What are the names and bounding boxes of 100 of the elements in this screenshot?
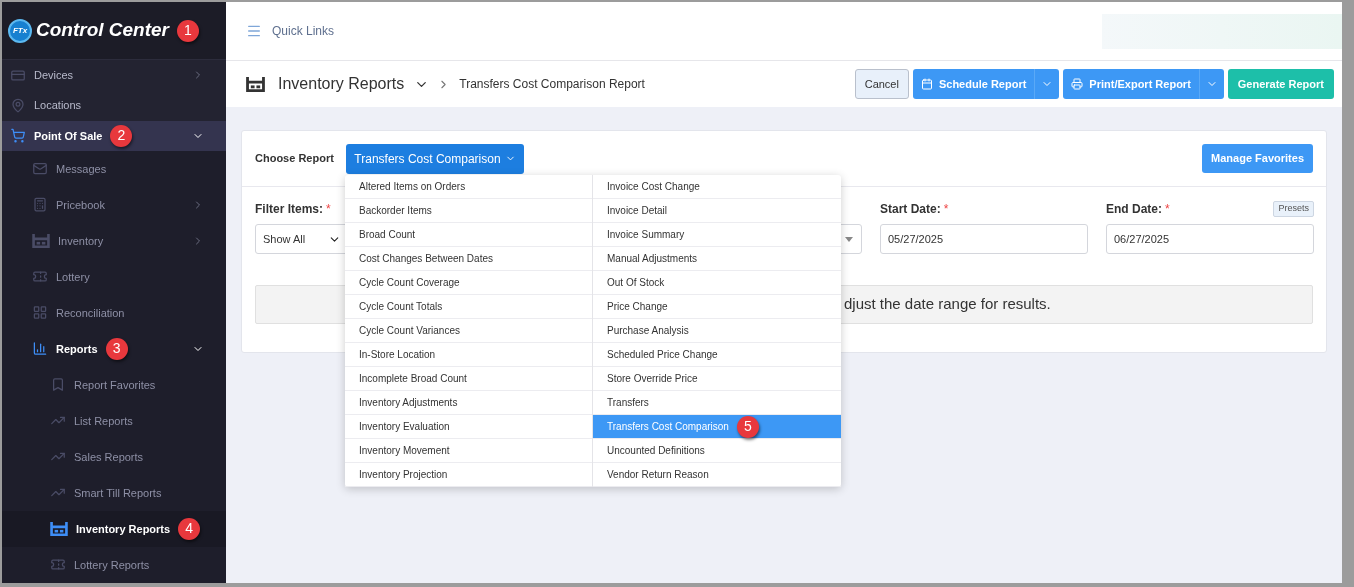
dropdown-toggle[interactable]	[1198, 69, 1224, 99]
report-menu-item[interactable]: Inventory Evaluation	[345, 415, 592, 439]
sidebar-item[interactable]: Devices	[2, 60, 226, 91]
menu-item-label: Inventory Adjustments	[359, 396, 458, 410]
required-mark: *	[1165, 201, 1170, 218]
warehouse-icon	[32, 234, 50, 248]
date-label: End Date:	[1106, 201, 1162, 218]
sidebar-item[interactable]: Reports 3	[2, 331, 226, 367]
choose-report-label: Choose Report	[255, 151, 335, 167]
menu-item-label: Inventory Evaluation	[359, 420, 450, 434]
logo-badge: FTx	[8, 18, 32, 43]
sidebar-label: Sales Reports	[74, 449, 144, 465]
dropdown-toggle[interactable]	[1034, 69, 1060, 99]
sidebar-label: Locations	[34, 98, 82, 114]
sidebar-item[interactable]: Reconciliation	[2, 295, 226, 331]
report-menu-item[interactable]: Broad Count	[345, 223, 592, 247]
report-menu-item[interactable]: Invoice Summary	[593, 223, 841, 247]
sidebar-item[interactable]: Smart Till Reports	[2, 475, 226, 511]
report-menu-item[interactable]: Cycle Count Coverage	[345, 271, 592, 295]
report-menu-item[interactable]: Inventory Movement	[345, 439, 592, 463]
grid-icon	[32, 305, 48, 321]
sidebar-label: Lottery	[56, 269, 90, 285]
sidebar-item[interactable]: Locations	[2, 90, 226, 121]
menu-item-label: Cost Changes Between Dates	[359, 252, 493, 266]
calculator-icon	[32, 197, 48, 213]
menu-icon[interactable]	[246, 23, 262, 39]
sidebar-item[interactable]: Sales Reports	[2, 439, 226, 475]
report-menu-item[interactable]: Scheduled Price Change	[593, 343, 841, 367]
report-menu-item[interactable]: Incomplete Broad Count	[345, 367, 592, 391]
report-menu-item[interactable]: Store Override Price	[593, 367, 841, 391]
logo-text: Control Center	[36, 18, 169, 43]
report-menu-item[interactable]: Cycle Count Variances	[345, 319, 592, 343]
sidebar-label: Report Favorites	[74, 377, 156, 393]
report-menu-item[interactable]: Transfers Cost Comparison 5	[593, 415, 841, 439]
date-input[interactable]: 05/27/2025	[880, 224, 1088, 254]
menu-item-label: Vendor Return Reason	[607, 468, 709, 482]
menu-item-label: Incomplete Broad Count	[359, 372, 467, 386]
sidebar-item[interactable]: Lottery Reports	[2, 547, 226, 583]
ticket-icon	[32, 269, 48, 285]
report-menu-item[interactable]: Invoice Cost Change	[593, 175, 841, 199]
report-menu-item[interactable]: Cost Changes Between Dates	[345, 247, 592, 271]
menu-item-label: Price Change	[607, 300, 668, 314]
page-title: Transfers Cost Comparison Report	[459, 76, 645, 93]
menu-item-label: In-Store Location	[359, 348, 436, 362]
menu-item-label: Broad Count	[359, 228, 416, 242]
sidebar-label: Inventory Reports	[76, 521, 171, 537]
sidebar-item[interactable]: Pricebook	[2, 187, 226, 223]
report-menu-item[interactable]: Invoice Detail	[593, 199, 841, 223]
report-menu-item[interactable]: Out Of Stock	[593, 271, 841, 295]
date-label: Start Date:	[880, 201, 941, 218]
menu-item-label: Scheduled Price Change	[607, 348, 718, 362]
sidebar-item[interactable]: Point Of Sale 2	[2, 120, 226, 151]
report-menu-item[interactable]: Backorder Items	[345, 199, 592, 223]
printer-icon	[1071, 78, 1084, 90]
sidebar-item[interactable]: List Reports	[2, 403, 226, 439]
report-select-button[interactable]: Transfers Cost Comparison	[346, 143, 524, 174]
menu-item-label: Invoice Cost Change	[607, 180, 700, 194]
menu-item-label: Purchase Analysis	[607, 324, 689, 338]
sidebar-item[interactable]: Lottery	[2, 259, 226, 295]
report-menu-item[interactable]: In-Store Location	[345, 343, 592, 367]
callout-number: 4	[178, 518, 201, 540]
filter-label: Filter Items:	[255, 201, 323, 218]
sidebar-item[interactable]: Report Favorites	[2, 367, 226, 403]
sidebar-item[interactable]: Inventory Reports 4	[2, 511, 226, 547]
quick-links-link[interactable]: Quick Links	[272, 22, 335, 40]
date-input[interactable]: 06/27/2025	[1106, 224, 1314, 254]
sidebar-item[interactable]: Messages	[2, 151, 226, 187]
report-menu-item[interactable]: Inventory Adjustments	[345, 391, 592, 415]
required-mark: *	[943, 201, 949, 218]
report-menu-item[interactable]: Price Change	[593, 295, 841, 319]
report-menu-item[interactable]: Purchase Analysis	[593, 319, 841, 343]
report-menu-item[interactable]: Manual Adjustments	[593, 247, 841, 271]
sidebar-label: Smart Till Reports	[74, 485, 162, 501]
message-text: djust the date range for results.	[844, 294, 1051, 315]
sidebar-label: Messages	[56, 161, 107, 177]
calendar-icon	[920, 78, 933, 90]
menu-item-label: Inventory Projection	[359, 468, 448, 482]
filter-value: Show All	[263, 231, 306, 247]
report-menu-item[interactable]: Altered Items on Orders	[345, 175, 592, 199]
menu-item-label: Cycle Count Variances	[359, 324, 460, 338]
menu-item-label: Uncounted Definitions	[607, 444, 705, 458]
sidebar-item[interactable]: Inventory	[2, 223, 226, 259]
report-menu-item[interactable]: Inventory Projection	[345, 463, 592, 487]
report-menu-item[interactable]: Cycle Count Totals	[345, 295, 592, 319]
sidebar-label: Reconciliation	[56, 305, 125, 321]
callout-number: 3	[105, 338, 128, 360]
menu-item-label: Store Override Price	[607, 372, 698, 386]
report-menu-item[interactable]: Uncounted Definitions	[593, 439, 841, 463]
menu-item-label: Transfers Cost Comparison	[607, 420, 729, 434]
menu-item-label: Invoice Detail	[607, 204, 668, 218]
bar-chart-icon	[32, 341, 48, 357]
required-mark: *	[326, 201, 331, 218]
menu-item-label: Cycle Count Coverage	[359, 276, 460, 290]
presets-button[interactable]: Presets	[1273, 201, 1314, 217]
callout-number: 5	[736, 415, 759, 438]
cancel-button[interactable]: Cancel	[854, 69, 909, 99]
callout-number: 1	[177, 19, 199, 42]
report-menu-item[interactable]: Vendor Return Reason	[593, 463, 841, 487]
menu-item-label: Cycle Count Totals	[359, 300, 443, 314]
bookmark-icon	[50, 377, 66, 393]
